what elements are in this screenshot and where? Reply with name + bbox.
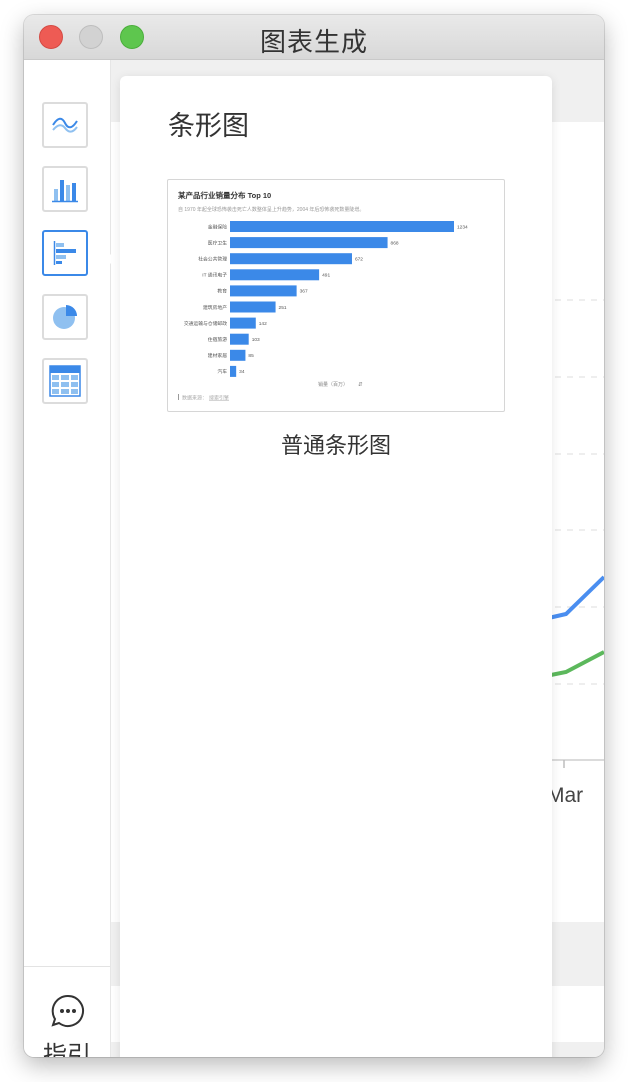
line-chart-button[interactable] [42, 102, 88, 148]
preview-category-label: 社会公共管理 [198, 256, 227, 263]
preview-category-label: 建材家居 [208, 352, 227, 359]
preview-value-label: 672 [355, 257, 363, 263]
guide-label[interactable]: 指引 [24, 1035, 110, 1057]
preview-value-label: 868 [391, 240, 399, 246]
table-button[interactable] [42, 358, 88, 404]
popover-title: 条形图 [168, 111, 249, 142]
preview-category-label: 汽车 [217, 368, 227, 375]
column-chart-icon [52, 180, 78, 203]
preview-x-unit-mark: ⇵ [358, 382, 363, 388]
preview-category-label: IT 通讯电子 [202, 272, 227, 279]
preview-bar [230, 301, 276, 313]
preview-category-label: 金融保险 [208, 223, 227, 230]
preview-bar [230, 317, 256, 329]
preview-category-label: 教育 [217, 288, 227, 295]
preview-value-label: 34 [239, 369, 245, 375]
preview-value-label: 367 [300, 289, 308, 295]
preview-subtitle: 自 1970 年起全球恐怖袭击死亡人数整体呈上升趋势，2004 年后恐怖袭死数量… [178, 206, 364, 213]
preview-category-label: 交通运输与仓储邮政 [184, 320, 227, 327]
thumbnail-caption: 普通条形图 [280, 434, 391, 459]
preview-value-label: 85 [248, 353, 254, 359]
preview-bar [230, 333, 249, 345]
pie-chart-icon [53, 305, 77, 329]
chart-style-popover: 条形图 某产品行业销量分布 Top 10 自 1970 年起全球恐怖袭击死亡人数… [120, 76, 552, 1057]
preview-bar [230, 253, 352, 265]
chat-bubble-icon[interactable] [51, 994, 85, 1028]
preview-bar [230, 365, 237, 377]
title-bar: 图表生成 [24, 15, 604, 60]
preview-bar [230, 269, 320, 281]
preview-category-label: 住宿旅游 [208, 336, 227, 343]
sidebar-divider [24, 966, 110, 967]
bar-chart-preview: 某产品行业销量分布 Top 10 自 1970 年起全球恐怖袭击死亡人数整体呈上… [178, 190, 468, 402]
preview-bar [230, 349, 246, 361]
background-x-tick: Mar [547, 784, 583, 807]
line-chart-icon [52, 117, 78, 133]
preview-bar [230, 237, 388, 249]
preview-title: 某产品行业销量分布 Top 10 [178, 190, 271, 200]
chart-type-sidebar: 指引 [24, 60, 111, 1057]
column-chart-button[interactable] [42, 166, 88, 212]
preview-source-link: 搜索引擎 [209, 395, 229, 402]
preview-value-label: 1234 [457, 224, 468, 230]
preview-category-label: 建筑房地产 [203, 304, 227, 311]
basic-bar-chart-thumbnail[interactable]: 某产品行业销量分布 Top 10 自 1970 年起全球恐怖袭击死亡人数整体呈上… [167, 179, 505, 412]
preview-category-label: 医疗卫生 [208, 239, 227, 246]
preview-x-label: 销量（百万） [318, 381, 348, 388]
table-icon [49, 365, 81, 397]
preview-bar [230, 221, 454, 232]
window-title: 图表生成 [259, 28, 368, 58]
preview-value-label: 103 [252, 337, 260, 343]
preview-source-label: 数据来源： [182, 395, 207, 402]
pie-chart-button[interactable] [42, 294, 88, 340]
bar-chart-icon [53, 241, 76, 265]
preview-value-label: 251 [279, 305, 287, 311]
app-window: 图表生成 Mar 指引 条形图 某产品行业销量分布 Top 10 自 1970 … [24, 15, 604, 1057]
preview-bar [230, 285, 297, 297]
preview-value-label: 491 [322, 273, 330, 279]
preview-value-label: 142 [259, 321, 267, 327]
bar-chart-button[interactable] [42, 230, 88, 276]
